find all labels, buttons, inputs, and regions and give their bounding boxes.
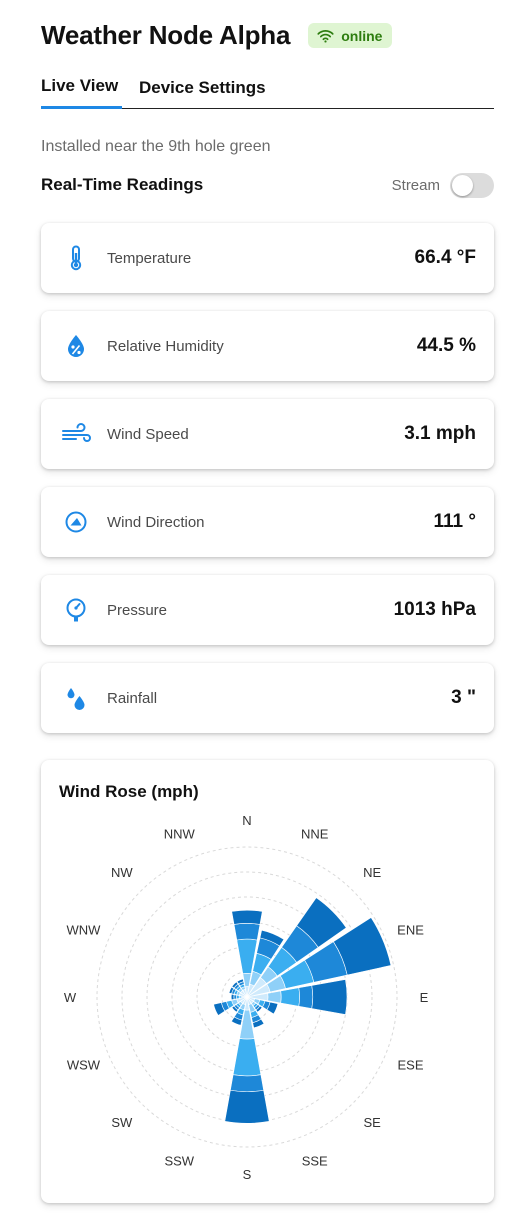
status-label: online xyxy=(341,27,383,44)
direction-label-sse: SSE xyxy=(302,1154,328,1169)
reading-card-humidity: Relative Humidity 44.5 % xyxy=(41,311,494,381)
tab-device-settings[interactable]: Device Settings xyxy=(139,68,266,108)
direction-label-w: W xyxy=(64,990,77,1005)
reading-label: Pressure xyxy=(107,601,168,619)
rose-bar-s-4 xyxy=(229,1074,265,1092)
reading-value: 3 " xyxy=(451,687,476,708)
tab-live-view[interactable]: Live View xyxy=(41,68,122,109)
reading-card-rainfall: Rainfall 3 " xyxy=(41,663,494,733)
thermometer-icon xyxy=(64,245,88,271)
readings-header: Real-Time Readings Stream xyxy=(41,172,494,198)
header: Weather Node Alpha online xyxy=(41,20,393,51)
gauge-icon xyxy=(64,597,88,623)
location-note: Installed near the 9th hole green xyxy=(41,138,271,155)
reading-card-wind-speed: Wind Speed 3.1 mph xyxy=(41,399,494,469)
reading-card-pressure: Pressure 1013 hPa xyxy=(41,575,494,645)
direction-label-n: N xyxy=(242,813,251,828)
rose-bar-e-3 xyxy=(280,987,300,1007)
rose-bar-e-5 xyxy=(311,979,348,1015)
rose-bar-w-5 xyxy=(230,993,235,1001)
reading-card-temperature: Temperature 66.4 °F xyxy=(41,223,494,293)
reading-label: Temperature xyxy=(107,249,192,267)
reading-label: Wind Speed xyxy=(107,425,189,443)
toggle-knob xyxy=(452,174,473,196)
reading-label: Wind Direction xyxy=(107,513,205,531)
reading-value: 3.1 mph xyxy=(404,423,476,444)
raindrops-icon xyxy=(64,685,88,711)
direction-label-ne: NE xyxy=(363,865,381,880)
direction-label-sw: SW xyxy=(111,1115,133,1130)
reading-value: 66.4 °F xyxy=(414,247,476,268)
reading-label: Rainfall xyxy=(107,689,158,707)
rose-bar-w-3 xyxy=(236,994,240,1000)
wind-rose-card: Wind Rose (mph) N NNE NE ENE E ESE SE SSE S SSW SW… xyxy=(41,760,494,1203)
rose-bar-w-4 xyxy=(233,994,237,1000)
direction-label-ese: ESE xyxy=(398,1058,424,1073)
reading-value: 44.5 % xyxy=(416,335,476,356)
direction-label-ssw: SSW xyxy=(164,1154,194,1169)
stream-toggle[interactable] xyxy=(450,172,494,198)
humidity-drop-icon xyxy=(64,333,88,359)
direction-label-nne: NNE xyxy=(301,826,329,841)
readings-title: Real-Time Readings xyxy=(41,175,204,194)
rose-bar-n-5 xyxy=(231,909,263,925)
reading-value: 111 ° xyxy=(433,511,476,532)
direction-label-nw: NW xyxy=(111,865,133,880)
wifi-icon xyxy=(317,29,334,43)
status-badge: online xyxy=(308,23,393,48)
direction-label-nnw: NNW xyxy=(164,826,196,841)
rose-bar-s-3 xyxy=(232,1038,262,1077)
direction-label-s: S xyxy=(243,1167,252,1182)
direction-label-ene: ENE xyxy=(397,922,424,937)
direction-label-wnw: WNW xyxy=(67,922,102,937)
rose-bar-n-4 xyxy=(233,923,261,941)
stream-control: Stream xyxy=(391,172,494,198)
tab-bar: Live View Device Settings xyxy=(41,68,494,109)
reading-label: Relative Humidity xyxy=(107,337,224,355)
stream-label: Stream xyxy=(391,176,440,194)
compass-icon xyxy=(64,509,88,535)
rose-bar-e-2 xyxy=(267,990,282,1004)
direction-label-wsw: WSW xyxy=(67,1058,101,1073)
reading-card-wind-direction: Wind Direction 111 ° xyxy=(41,487,494,557)
direction-label-se: SE xyxy=(363,1115,381,1130)
wind-icon xyxy=(61,421,93,447)
wind-rose-chart: N NNE NE ENE E ESE SE SSE S SSW SW WSW W WNW NW NNW xyxy=(64,813,429,1182)
page-title: Weather Node Alpha xyxy=(41,20,291,50)
direction-label-e: E xyxy=(420,990,429,1005)
reading-value: 1013 hPa xyxy=(393,599,476,620)
rose-bar-e-4 xyxy=(298,985,314,1009)
rose-bar-s-5 xyxy=(224,1089,270,1124)
